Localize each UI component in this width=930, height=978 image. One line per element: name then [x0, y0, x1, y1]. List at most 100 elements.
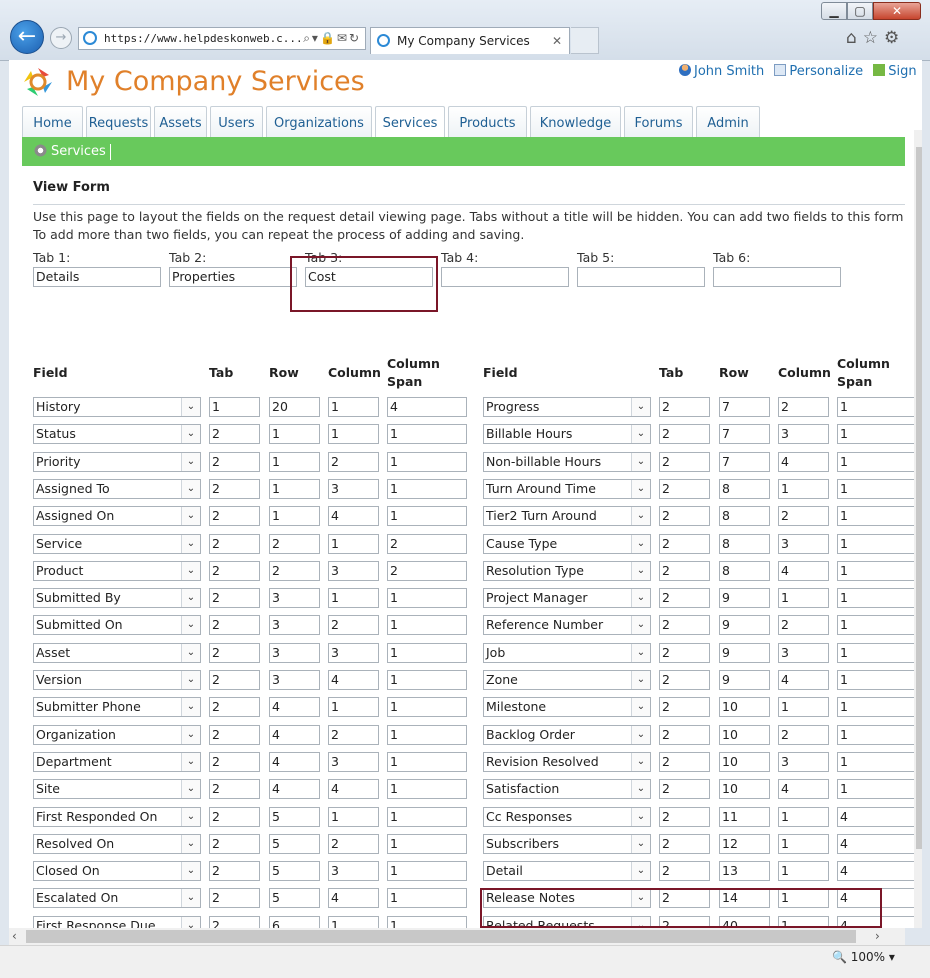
- chevron-down-icon[interactable]: ⌄: [181, 507, 200, 526]
- tab-input[interactable]: 2: [659, 506, 710, 527]
- column-input[interactable]: 4: [778, 560, 829, 581]
- column-input[interactable]: 4: [778, 451, 829, 472]
- field-select[interactable]: Satisfaction ⌄: [483, 779, 651, 800]
- column-span-input[interactable]: 1: [837, 642, 917, 663]
- field-select[interactable]: Resolved On ⌄: [33, 833, 201, 854]
- chevron-down-icon[interactable]: ⌄: [631, 671, 650, 689]
- field-select[interactable]: Service ⌄: [33, 533, 201, 554]
- row-input[interactable]: 2: [269, 533, 320, 554]
- chevron-down-icon[interactable]: ⌄: [631, 561, 650, 580]
- field-select[interactable]: Revision Resolved ⌄: [483, 751, 651, 772]
- field-select[interactable]: Detail ⌄: [483, 861, 651, 882]
- column-span-input[interactable]: 1: [387, 724, 467, 745]
- column-span-input[interactable]: 1: [387, 424, 467, 445]
- column-input[interactable]: 1: [328, 915, 379, 928]
- column-span-input[interactable]: 1: [837, 670, 917, 690]
- column-span-input[interactable]: 1: [837, 478, 917, 499]
- field-select[interactable]: Progress ⌄: [483, 397, 651, 417]
- column-input[interactable]: 1: [328, 397, 379, 417]
- chevron-down-icon[interactable]: ⌄: [181, 862, 200, 881]
- column-span-input[interactable]: 1: [837, 779, 917, 800]
- column-input[interactable]: 1: [328, 424, 379, 445]
- subnav-services-link[interactable]: Services: [51, 137, 106, 166]
- back-button[interactable]: ←: [10, 20, 44, 54]
- column-input[interactable]: 2: [328, 451, 379, 472]
- column-input[interactable]: 4: [328, 779, 379, 800]
- row-input[interactable]: 8: [719, 533, 770, 554]
- vertical-scrollbar[interactable]: ⌄: [914, 130, 922, 928]
- row-input[interactable]: 10: [719, 751, 770, 772]
- column-input[interactable]: 3: [328, 861, 379, 882]
- tab-input[interactable]: 2: [659, 533, 710, 554]
- row-input[interactable]: 4: [269, 751, 320, 772]
- column-input[interactable]: 3: [328, 560, 379, 581]
- column-span-input[interactable]: 1: [387, 588, 467, 609]
- column-span-input[interactable]: 1: [387, 451, 467, 472]
- column-input[interactable]: 1: [778, 833, 829, 854]
- column-span-input[interactable]: 1: [837, 397, 917, 417]
- tab-input[interactable]: 2: [209, 424, 260, 445]
- chevron-down-icon[interactable]: ⌄: [181, 671, 200, 689]
- horizontal-scrollbar[interactable]: ‹ ›: [9, 928, 905, 945]
- field-select[interactable]: Product ⌄: [33, 560, 201, 581]
- sign-out-link[interactable]: Sign: [873, 64, 917, 79]
- tab-knowledge[interactable]: Knowledge: [530, 106, 621, 137]
- chevron-down-icon[interactable]: ⌄: [181, 425, 200, 444]
- field-select[interactable]: Cc Responses ⌄: [483, 806, 651, 827]
- chevron-down-icon[interactable]: ⌄: [181, 534, 200, 553]
- tab-input[interactable]: 2: [659, 451, 710, 472]
- column-input[interactable]: 1: [778, 697, 829, 718]
- column-input[interactable]: 2: [778, 724, 829, 745]
- column-input[interactable]: 3: [778, 751, 829, 772]
- row-input[interactable]: 3: [269, 670, 320, 690]
- tab-input[interactable]: 2: [209, 588, 260, 609]
- tab-input[interactable]: 2: [659, 642, 710, 663]
- tab-input[interactable]: 2: [209, 642, 260, 663]
- chevron-down-icon[interactable]: ⌄: [181, 479, 200, 498]
- column-input[interactable]: 2: [778, 506, 829, 527]
- chevron-down-icon[interactable]: ⌄: [631, 862, 650, 881]
- chevron-down-icon[interactable]: ⌄: [181, 752, 200, 771]
- chevron-down-icon[interactable]: ⌄: [631, 616, 650, 635]
- tab-input[interactable]: 2: [209, 615, 260, 636]
- row-input[interactable]: 5: [269, 861, 320, 882]
- chevron-down-icon[interactable]: ⌄: [631, 507, 650, 526]
- tab-input[interactable]: 2: [659, 478, 710, 499]
- column-span-input[interactable]: 1: [387, 506, 467, 527]
- field-select[interactable]: Turn Around Time ⌄: [483, 478, 651, 499]
- chevron-down-icon[interactable]: ⌄: [631, 752, 650, 771]
- row-input[interactable]: 7: [719, 451, 770, 472]
- field-select[interactable]: Version ⌄: [33, 670, 201, 690]
- tab-services[interactable]: Services: [375, 106, 445, 138]
- column-input[interactable]: 4: [328, 888, 379, 909]
- row-input[interactable]: 9: [719, 642, 770, 663]
- chevron-down-icon[interactable]: ⌄: [181, 643, 200, 662]
- column-input[interactable]: 1: [328, 588, 379, 609]
- chevron-down-icon[interactable]: ⌄: [631, 643, 650, 662]
- column-span-input[interactable]: 4: [837, 833, 917, 854]
- column-span-input[interactable]: 1: [837, 560, 917, 581]
- column-input[interactable]: 4: [328, 670, 379, 690]
- column-input[interactable]: 4: [778, 670, 829, 690]
- column-input[interactable]: 2: [328, 615, 379, 636]
- zoom-level[interactable]: 🔍 100% ▾: [832, 950, 895, 964]
- field-select[interactable]: Project Manager ⌄: [483, 588, 651, 609]
- row-input[interactable]: 9: [719, 588, 770, 609]
- row-input[interactable]: 1: [269, 424, 320, 445]
- column-span-input[interactable]: 4: [837, 861, 917, 882]
- field-select[interactable]: Priority ⌄: [33, 451, 201, 472]
- field-select[interactable]: First Response Due ⌄: [33, 915, 201, 928]
- tab-requests[interactable]: Requests: [86, 106, 151, 137]
- column-input[interactable]: 2: [778, 615, 829, 636]
- field-select[interactable]: Milestone ⌄: [483, 697, 651, 718]
- tab-input[interactable]: 2: [659, 560, 710, 581]
- close-tab-icon[interactable]: ✕: [552, 28, 562, 54]
- column-span-input[interactable]: 1: [837, 724, 917, 745]
- column-input[interactable]: 1: [778, 861, 829, 882]
- row-input[interactable]: 6: [269, 915, 320, 928]
- field-select[interactable]: Organization ⌄: [33, 724, 201, 745]
- close-window-button[interactable]: ✕: [873, 2, 921, 20]
- tab-title-input-4[interactable]: [441, 267, 569, 287]
- row-input[interactable]: 7: [719, 424, 770, 445]
- tab-title-input-2[interactable]: Properties: [169, 267, 297, 287]
